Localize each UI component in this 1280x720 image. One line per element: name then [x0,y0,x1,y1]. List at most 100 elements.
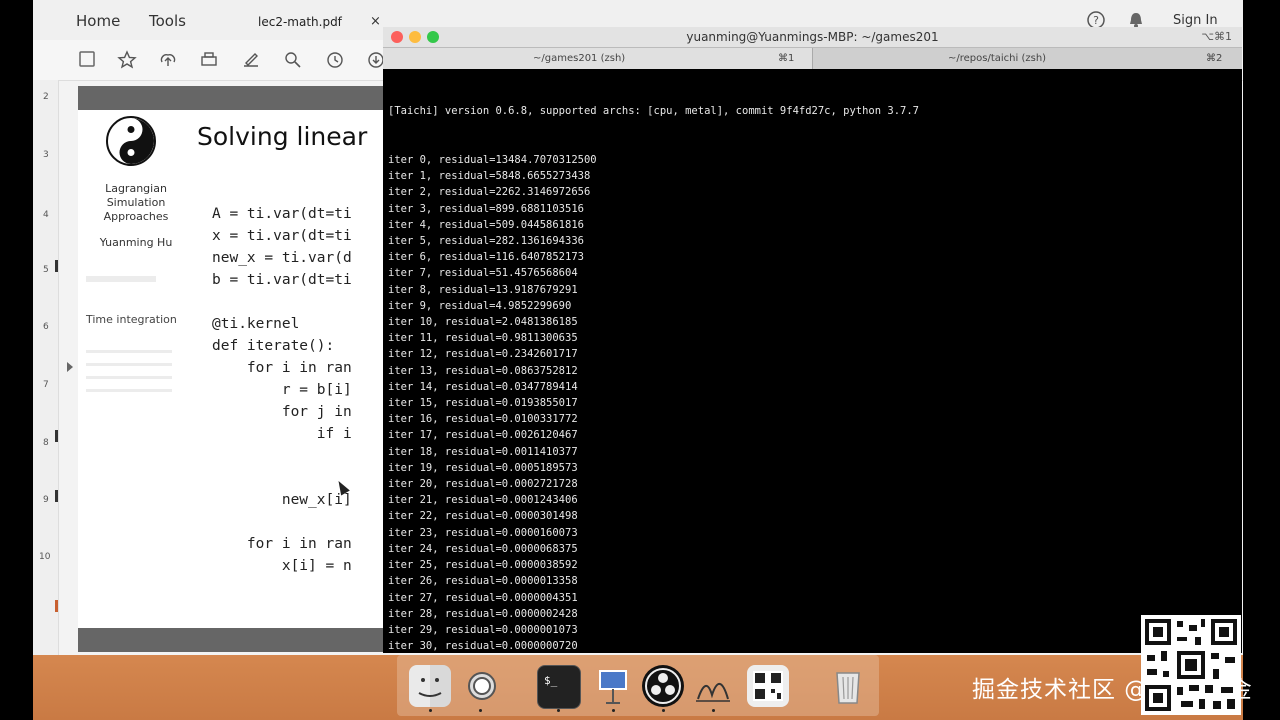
terminal-line: iter 29, residual=0.0000001073 [388,623,578,636]
finder-icon[interactable] [409,665,451,707]
terminal-line: iter 27, residual=0.0000004351 [388,591,578,604]
page-number[interactable]: 10 [39,552,50,562]
terminal-tab-shortcut: ⌘1 [778,53,795,64]
terminal-title-bar: yuanming@Yuanmings-MBP: ~/games201 ⌥⌘1 [383,27,1242,48]
terminal-line: iter 19, residual=0.0005189573 [388,461,578,474]
terminal-title: yuanming@Yuanmings-MBP: ~/games201 [686,30,939,44]
code-line: A = ti.var(dt=ti [212,206,352,222]
star-icon[interactable] [117,50,137,70]
code-line: new_x[i] [212,492,352,508]
zoom-icon[interactable] [283,50,303,70]
terminal-line: iter 18, residual=0.0011410377 [388,445,578,458]
terminal-line: iter 4, residual=509.0445861816 [388,218,584,231]
code-line: for i in ran [212,536,352,552]
tab-document[interactable]: lec2-math.pdf [258,15,342,29]
thumbnail-marker [55,430,58,442]
terminal-tab-games201[interactable]: ~/games201 (zsh) ⌘1 [383,48,813,69]
slide-title: Solving linear [197,122,368,151]
trash-icon[interactable] [827,665,869,707]
terminal-line: iter 22, residual=0.0000301498 [388,510,578,523]
svg-text:?: ? [1093,14,1099,27]
terminal-line: iter 16, residual=0.0100331772 [388,413,578,426]
thumbnail-marker [55,260,58,272]
dock: $_ [397,655,879,716]
terminal-line: iter 10, residual=2.0481386185 [388,316,578,329]
terminal-tab-shortcut: ⌘2 [1206,53,1223,64]
terminal-line: iter 9, residual=4.9852299690 [388,299,572,312]
code-line: def iterate(): [212,338,335,354]
obs-icon[interactable] [642,665,684,707]
taichi-logo-icon [106,116,156,166]
save-icon[interactable] [77,50,97,70]
page-number[interactable]: 4 [43,210,49,220]
terminal-output[interactable]: [Taichi] version 0.6.8, supported archs:… [388,71,1238,651]
code-line: @ti.kernel [212,316,300,332]
terminal-line: iter 12, residual=0.2342601717 [388,348,578,361]
upload-icon[interactable] [158,50,178,70]
thumbnail-marker [55,490,58,502]
terminal-tab-label: ~/repos/taichi (zsh) [948,53,1047,64]
qr-app-icon[interactable] [747,665,789,707]
terminal-tab-label: ~/games201 (zsh) [533,53,626,64]
terminal-line: iter 25, residual=0.0000038592 [388,559,578,572]
terminal-line: iter 24, residual=0.0000068375 [388,542,578,555]
collapse-sidebar-icon[interactable] [67,362,73,372]
sign-in-link[interactable]: Sign In [1173,13,1218,28]
code-line: new_x = ti.var(d [212,250,352,266]
page-number[interactable]: 9 [43,495,49,505]
qr-code [1141,615,1241,715]
terminal-line: iter 21, residual=0.0001243406 [388,494,578,507]
print-icon[interactable] [199,50,219,70]
code-line: if i [212,426,352,442]
chrome-icon[interactable] [459,665,501,707]
terminal-line: iter 11, residual=0.9811300635 [388,332,578,345]
nav-time-integration[interactable]: Time integration [86,313,177,326]
terminal-line: iter 20, residual=0.0002721728 [388,478,578,491]
code-line: r = b[i] [212,382,352,398]
dock-running-indicator [429,709,432,712]
page-number[interactable]: 6 [43,322,49,332]
dock-running-indicator [662,709,665,712]
terminal-line: iter 13, residual=0.0863752812 [388,364,578,377]
terminal-icon[interactable]: $_ [537,665,581,709]
tab-close-button[interactable]: × [370,14,381,29]
page-number[interactable]: 7 [43,380,49,390]
terminal-tab-taichi[interactable]: ~/repos/taichi (zsh) ⌘2 [813,48,1242,69]
terminal-window: yuanming@Yuanmings-MBP: ~/games201 ⌥⌘1 ~… [383,27,1242,653]
page-number[interactable]: 5 [43,265,49,275]
faded-nav-item [86,344,172,400]
tab-tools[interactable]: Tools [149,12,186,30]
grapher-icon[interactable] [692,665,734,707]
code-line: for j in [212,404,352,420]
terminal-line: iter 6, residual=116.6407852173 [388,251,584,264]
slide-author: Yuanming Hu [99,236,173,249]
code-line: b = ti.var(dt=ti [212,272,352,288]
terminal-line: iter 1, residual=5848.6655273438 [388,170,591,183]
terminal-line: iter 17, residual=0.0026120467 [388,429,578,442]
terminal-line: iter 14, residual=0.0347789414 [388,380,578,393]
dock-running-indicator [612,709,615,712]
tab-home[interactable]: Home [76,12,120,30]
sign-icon[interactable] [241,50,261,70]
terminal-line: iter 2, residual=2262.3146972656 [388,186,591,199]
terminal-tab-bar: ~/games201 (zsh) ⌘1 ~/repos/taichi (zsh)… [383,48,1242,69]
svg-text:$_: $_ [544,674,558,687]
sidebar-title-line: Lagrangian [105,182,167,195]
page-thumbnail-strip: 2 3 4 5 6 7 8 9 10 [33,80,59,655]
page-number[interactable]: 3 [43,150,49,160]
page-number[interactable]: 8 [43,438,49,448]
page-number[interactable]: 2 [43,92,49,102]
history-icon[interactable] [325,50,345,70]
keynote-icon[interactable] [592,665,634,707]
right-black-bar [1243,0,1280,720]
terminal-line: iter 7, residual=51.4576568604 [388,267,578,280]
sidebar-title-line: Approaches [103,210,169,223]
terminal-line: iter 0, residual=13484.7070312500 [388,154,597,167]
code-line: for i in ran [212,360,352,376]
terminal-line: iter 26, residual=0.0000013358 [388,575,578,588]
slide-sidebar-title: Lagrangian Simulation Approaches [86,182,186,224]
code-line: x = ti.var(dt=ti [212,228,352,244]
terminal-line: iter 3, residual=899.6881103516 [388,202,584,215]
code-line: x[i] = n [212,558,352,574]
terminal-line: iter 30, residual=0.0000000720 [388,640,578,651]
